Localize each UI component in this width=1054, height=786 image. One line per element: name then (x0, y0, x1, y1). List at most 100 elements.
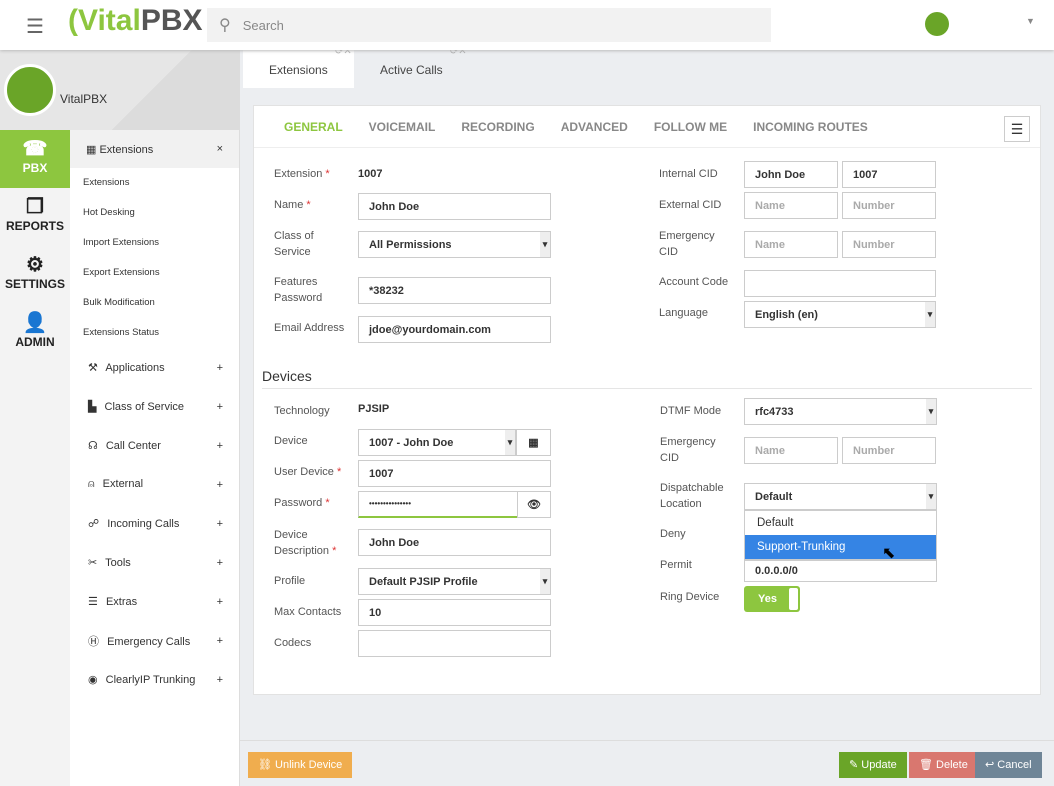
submenu-group[interactable]: ⚒ Applications + (70, 348, 239, 387)
email-input[interactable]: jdoe@yourdomain.com (358, 316, 551, 343)
device-description-input[interactable]: John Doe (358, 529, 551, 556)
class-of-service-select[interactable]: All Permissions (358, 231, 551, 258)
list-icon[interactable]: ☰ (1004, 116, 1030, 142)
eye-icon[interactable]: 👁 (517, 491, 551, 518)
vitalpbx-logo[interactable]: (VitalPBX (68, 4, 203, 38)
submenu: ▦ Extensions × Extensions Hot Desking Impor… (70, 130, 240, 786)
extension-value: 1007 (358, 168, 383, 180)
submenu-item[interactable]: Bulk Modification (70, 288, 239, 318)
form-tab[interactable]: VOICEMAIL (369, 106, 436, 147)
footer-bar: ⛓ Unlink Device ✎ Update 🗑 Delete ↩ Canc… (240, 740, 1054, 786)
submenu-group[interactable]: Ⓗ Emergency Calls + (70, 621, 239, 660)
chevron-down-icon[interactable]: ▼ (1026, 16, 1035, 26)
qr-code-button[interactable]: ▦ (516, 429, 551, 456)
group-icon: ✂ (88, 557, 98, 569)
group-icon: ☍ (88, 518, 100, 530)
extensions-icon: ▦ (86, 143, 100, 156)
name-input[interactable]: John Doe (358, 193, 551, 220)
form-tab[interactable]: ADVANCED (561, 106, 628, 147)
group-icon: ⍝ (88, 478, 95, 490)
max-contacts-stepper[interactable]: 10 (358, 599, 551, 626)
plus-icon[interactable]: + (217, 440, 223, 452)
submenu-group[interactable]: ☍ Incoming Calls + (70, 504, 239, 543)
submenu-group[interactable]: ☰ Extras + (70, 582, 239, 621)
group-icon: ◉ (88, 674, 98, 686)
submenu-item[interactable]: Import Extensions (70, 228, 239, 258)
nav-pbx[interactable]: ☎ PBX (0, 130, 70, 188)
form-tab[interactable]: GENERAL (284, 106, 343, 147)
unlink-device-button[interactable]: ⛓ Unlink Device (248, 752, 353, 778)
form-tab[interactable]: FOLLOW ME (654, 106, 727, 147)
top-header: ☰ (VitalPBX ⚲ Search ▼ (0, 0, 1054, 50)
submenu-item[interactable]: Export Extensions (70, 258, 239, 288)
account-code-input[interactable] (744, 270, 936, 297)
files-icon: ❐ (26, 196, 44, 218)
close-icon[interactable]: × (217, 143, 223, 155)
form-tab[interactable]: RECORDING (461, 106, 534, 147)
nav-reports[interactable]: ❐ REPORTS (0, 188, 70, 246)
phone-icon: ☎ (22, 138, 48, 160)
nav-admin[interactable]: 👤 ADMIN (0, 304, 70, 362)
submenu-group[interactable]: ✂ Tools + (70, 543, 239, 582)
plus-icon[interactable]: + (217, 518, 223, 530)
tab-active-calls[interactable]: Active Calls ⟳✕ (354, 46, 469, 88)
submenu-item[interactable]: Extensions Status (70, 318, 239, 348)
codecs-input[interactable] (358, 630, 551, 657)
profile-org: VitalPBX (60, 92, 108, 106)
ring-device-toggle[interactable]: Yes (744, 586, 800, 612)
group-icon: ☰ (88, 596, 98, 608)
submenu-item[interactable]: Hot Desking (70, 198, 239, 228)
plus-icon[interactable]: + (217, 596, 223, 608)
menu-icon[interactable]: ☰ (26, 14, 44, 39)
mouse-cursor-icon: ⬉ (882, 545, 896, 562)
device-select[interactable]: 1007 - John Doe (358, 429, 516, 456)
delete-button[interactable]: 🗑 Delete (909, 752, 978, 778)
features-password-input[interactable]: *38232 (358, 277, 551, 304)
dtmf-mode-select[interactable]: rfc4733 (744, 398, 937, 425)
option-support-trunking[interactable]: Support-Trunking (745, 535, 936, 559)
profile-select[interactable]: Default PJSIP Profile (358, 568, 551, 595)
submenu-item[interactable]: Extensions (70, 168, 239, 198)
plus-icon[interactable]: + (217, 401, 223, 413)
cancel-button[interactable]: ↩ Cancel (975, 752, 1042, 778)
nav-settings[interactable]: ⚙ SETTINGS (0, 246, 70, 304)
devices-heading: Devices (262, 368, 312, 384)
user-icon: 👤 (22, 312, 48, 334)
avatar (4, 64, 56, 116)
submenu-group[interactable]: ◉ ClearlyIP Trunking + (70, 660, 239, 699)
submenu-group[interactable]: ▙ Class of Service + (70, 387, 239, 426)
internal-cid-number[interactable]: 1007 (842, 161, 936, 188)
device-emergency-cid-name[interactable]: Name (744, 437, 838, 464)
plus-icon[interactable]: + (217, 674, 223, 686)
search-icon: ⚲ (219, 17, 231, 34)
tab-bar: Extensions ⟳✕ Active Calls ⟳✕ (240, 46, 1054, 88)
dispatchable-location-select[interactable]: Default (744, 483, 937, 510)
user-avatar[interactable] (925, 12, 949, 36)
emergency-cid-name[interactable]: Name (744, 231, 838, 258)
plus-icon[interactable]: + (217, 635, 223, 647)
option-default[interactable]: Default (745, 511, 936, 535)
group-icon: ☊ (88, 440, 98, 452)
external-cid-name[interactable]: Name (744, 192, 838, 219)
internal-cid-name[interactable]: John Doe (744, 161, 838, 188)
external-cid-number[interactable]: Number (842, 192, 936, 219)
submenu-group[interactable]: ⍝ External + (70, 465, 239, 504)
profile-panel: VitalPBX (0, 50, 240, 130)
gears-icon: ⚙ (26, 254, 44, 276)
search-input[interactable]: ⚲ Search (207, 8, 771, 42)
device-emergency-cid-number[interactable]: Number (842, 437, 936, 464)
update-button[interactable]: ✎ Update (839, 752, 907, 778)
permit-input[interactable]: 0.0.0.0/0 (744, 560, 937, 582)
language-select[interactable]: English (en) (744, 301, 936, 328)
submenu-group[interactable]: ☊ Call Center + (70, 426, 239, 465)
plus-icon[interactable]: + (217, 479, 223, 491)
emergency-cid-number[interactable]: Number (842, 231, 936, 258)
form-tab[interactable]: INCOMING ROUTES (753, 106, 868, 147)
plus-icon[interactable]: + (217, 557, 223, 569)
submenu-header[interactable]: ▦ Extensions × (70, 130, 239, 168)
password-input[interactable]: ••••••••••••••• (358, 491, 518, 518)
user-device-input[interactable]: 1007 (358, 460, 551, 487)
extension-form: GENERAL VOICEMAIL RECORDING ADVANCED FOLLOW … (253, 105, 1041, 695)
tab-extensions[interactable]: Extensions ⟳✕ (243, 46, 354, 88)
plus-icon[interactable]: + (217, 362, 223, 374)
